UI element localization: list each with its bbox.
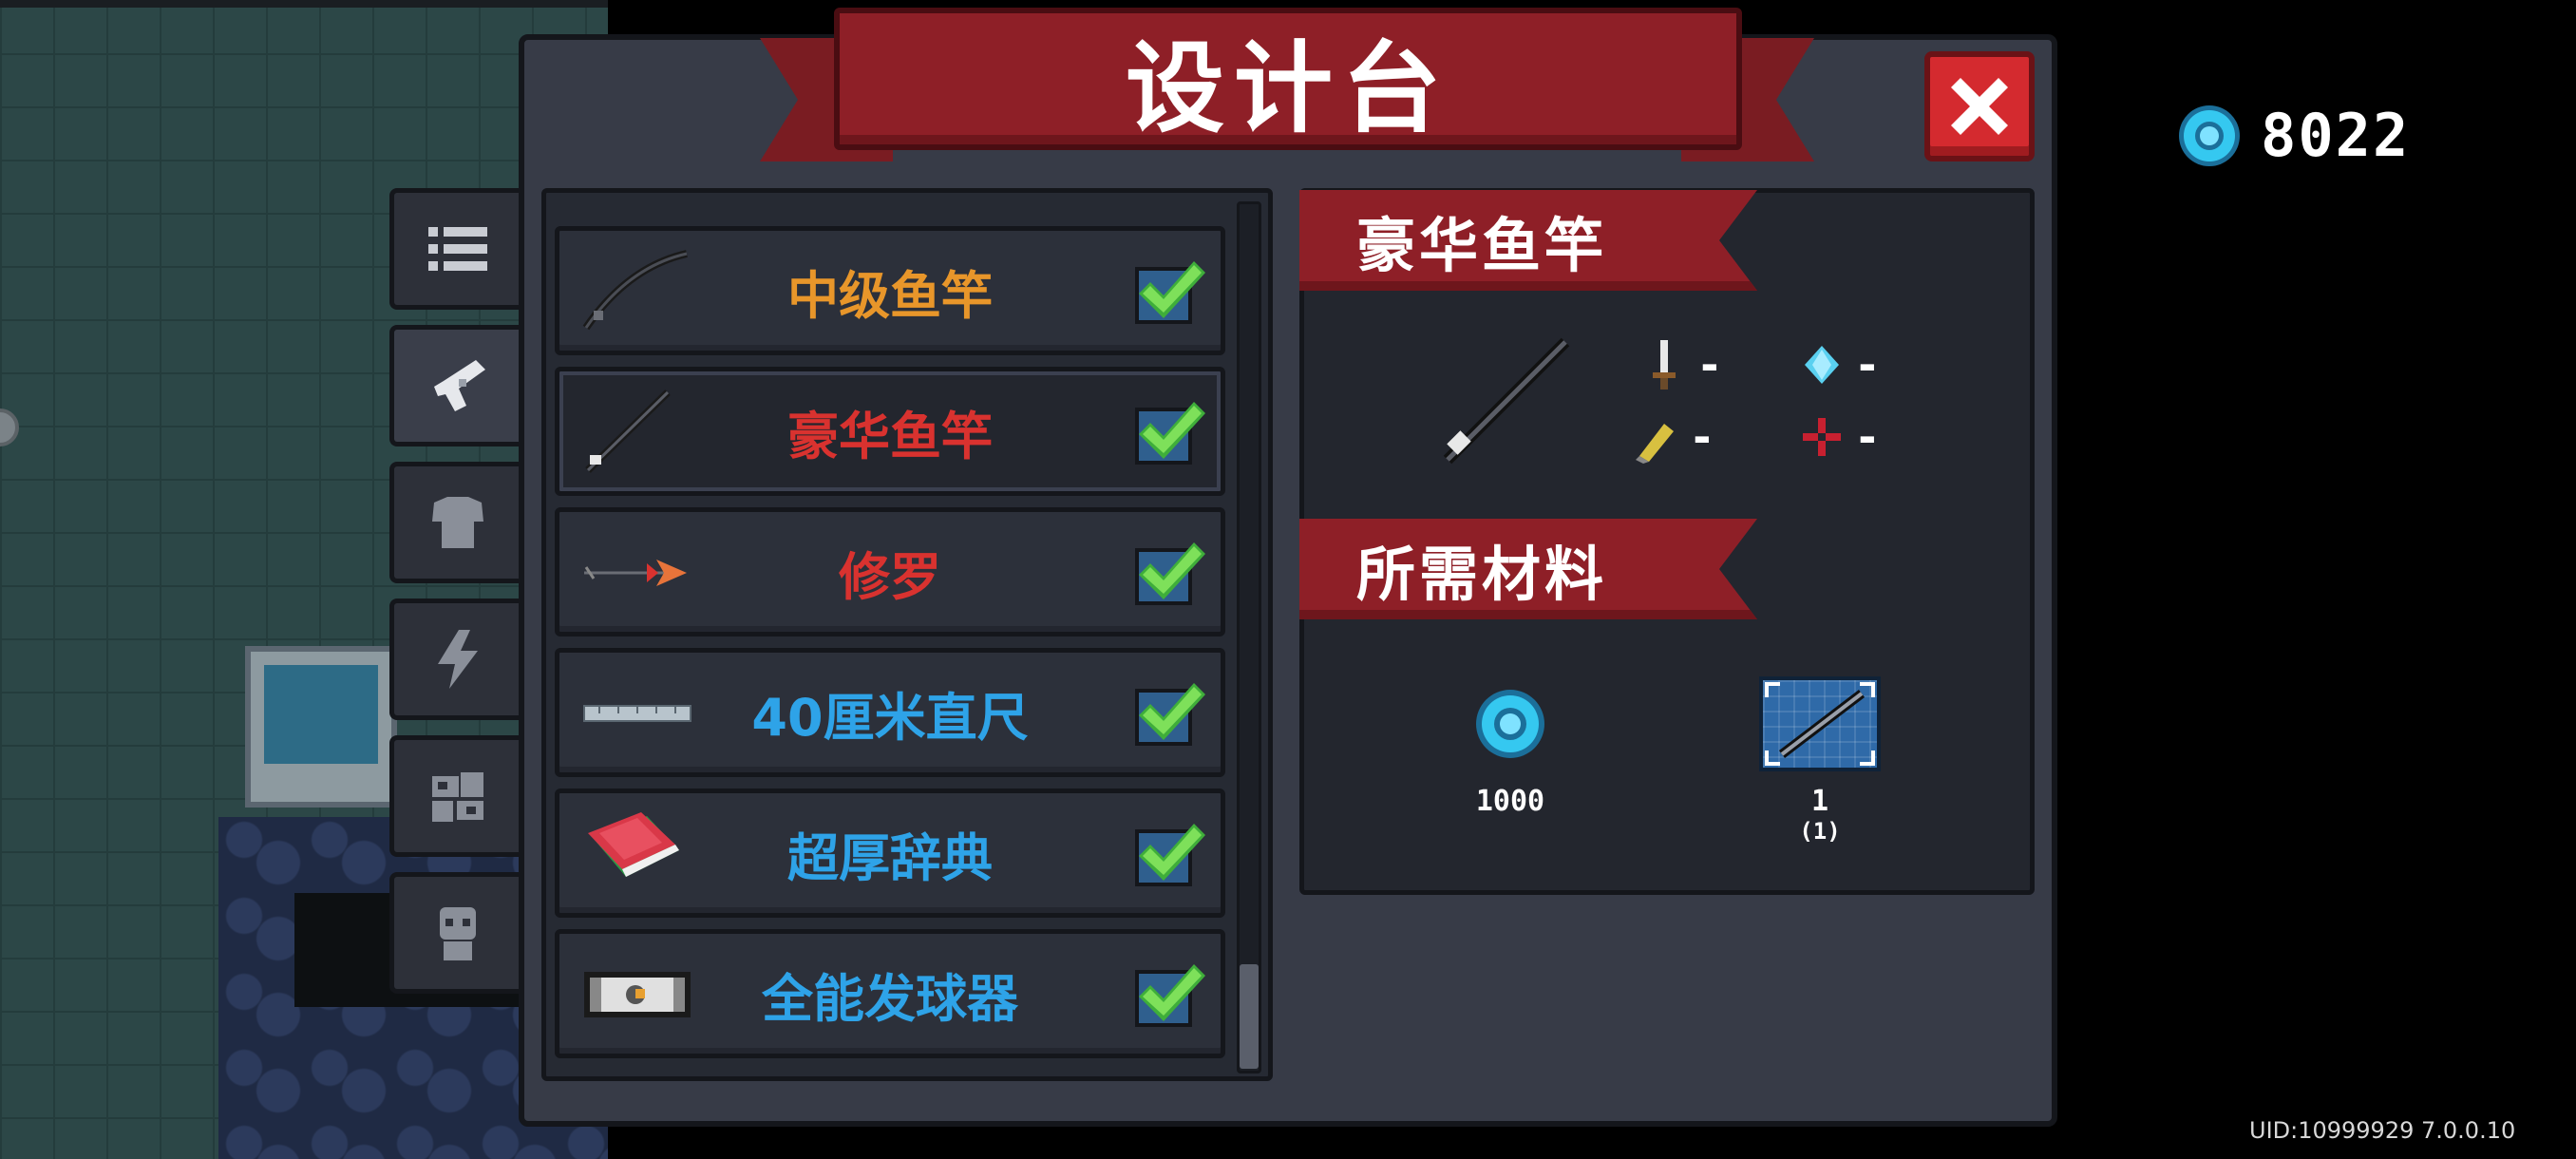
damage-stat: -: [1643, 338, 1723, 391]
uid-version: UID:10999929 7.0.0.10: [2249, 1117, 2516, 1144]
character-icon: [439, 907, 476, 960]
list-item[interactable]: 超厚辞典: [555, 788, 1225, 918]
fishing-rod-icon: [582, 250, 688, 331]
checkbox[interactable]: [1135, 261, 1205, 324]
gun-icon: [433, 360, 485, 411]
damage-value: -: [1696, 339, 1723, 390]
item-name-ribbon: 豪华鱼竿: [1299, 190, 1757, 291]
dictionary-icon: [588, 812, 679, 877]
checkmark-icon: [1139, 261, 1205, 318]
page-title: 设计台: [1125, 29, 1450, 146]
detail-item-name: 豪华鱼竿: [1356, 211, 1608, 280]
gears-icon: [431, 772, 483, 822]
materials-title: 所需材料: [1356, 540, 1608, 609]
item-label: 超厚辞典: [787, 827, 993, 888]
lightning-icon: [437, 630, 478, 689]
checkbox[interactable]: [1135, 824, 1205, 886]
luxury-fishing-rod-icon: [585, 390, 671, 473]
material-gems: 1000: [1449, 676, 1571, 818]
weapon-preview-icon: [1443, 337, 1570, 465]
crit-stat: -: [1636, 410, 1715, 464]
scrollbar-thumb[interactable]: [1240, 964, 1259, 1069]
list-item-selected[interactable]: 豪华鱼竿: [555, 367, 1225, 496]
wall-top: [0, 0, 608, 8]
list-item[interactable]: 修罗: [555, 507, 1225, 636]
energy-crystal-icon: [1805, 346, 1839, 384]
material-blueprint: 1 (1): [1759, 676, 1881, 845]
ball-launcher-icon: [584, 972, 691, 1017]
item-label: 豪华鱼竿: [787, 406, 993, 466]
checkmark-icon: [1139, 402, 1205, 459]
tab-list[interactable]: [389, 188, 521, 310]
list-icon: [427, 227, 487, 271]
gem-icon: [1476, 690, 1544, 758]
material-qty: 1: [1810, 785, 1829, 818]
item-label: 全能发球器: [762, 968, 1018, 1029]
close-button[interactable]: [1924, 51, 2035, 162]
tab-skills[interactable]: [389, 598, 521, 720]
knife-icon: [1636, 424, 1674, 464]
title-banner: 设计台: [834, 8, 1742, 150]
arrow-icon: [584, 560, 687, 586]
tab-armor[interactable]: [389, 462, 521, 583]
crit-value: -: [1689, 411, 1715, 463]
tab-weapons[interactable]: [389, 325, 532, 446]
item-label: 中级鱼竿: [787, 265, 993, 326]
armor-icon: [431, 497, 483, 548]
checkmark-icon: [1139, 683, 1205, 740]
sword-icon: [1653, 340, 1676, 390]
checkbox[interactable]: [1135, 402, 1205, 465]
list-item[interactable]: 40厘米直尺: [555, 648, 1225, 777]
checkbox[interactable]: [1135, 683, 1205, 746]
currency-display: 8022: [2175, 101, 2410, 170]
blueprint-icon: [1759, 676, 1881, 771]
checkbox[interactable]: [1135, 964, 1205, 1027]
accuracy-stat: -: [1801, 410, 1881, 464]
energy-value: -: [1854, 339, 1881, 390]
monitor-decoration: [245, 646, 397, 808]
close-icon: [1951, 78, 2008, 135]
accuracy-value: -: [1854, 411, 1881, 463]
materials-ribbon: 所需材料: [1299, 519, 1757, 619]
tab-characters[interactable]: [389, 872, 521, 994]
list-item[interactable]: 全能发球器: [555, 929, 1225, 1058]
crosshair-icon: [1803, 418, 1841, 456]
checkbox[interactable]: [1135, 542, 1205, 605]
material-qty: 1000: [1475, 785, 1545, 818]
gem-icon: [2179, 104, 2240, 166]
checkmark-icon: [1139, 542, 1205, 599]
checkmark-icon: [1139, 824, 1205, 881]
list-item[interactable]: 中级鱼竿: [555, 226, 1225, 355]
item-label: 40厘米直尺: [751, 687, 1029, 748]
item-label: 修罗: [839, 546, 941, 607]
checkmark-icon: [1139, 964, 1205, 1021]
currency-amount: 8022: [2261, 101, 2411, 170]
energy-stat: -: [1801, 338, 1881, 391]
material-owned: (1): [1799, 818, 1841, 845]
list-scrollbar[interactable]: [1237, 201, 1261, 1074]
tab-parts[interactable]: [389, 735, 521, 857]
ruler-icon: [583, 705, 691, 722]
